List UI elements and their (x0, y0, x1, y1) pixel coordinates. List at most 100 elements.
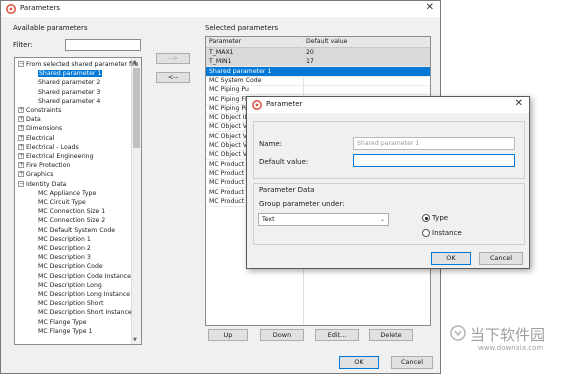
close-icon[interactable]: ✕ (515, 98, 523, 109)
tree-item[interactable]: MC Appliance Type (38, 189, 96, 198)
name-field: Shared parameter 1 (353, 137, 515, 150)
column-header-parameter[interactable]: Parameter (209, 38, 241, 45)
tree-item[interactable]: + Electrical - Loads (18, 143, 79, 152)
tree-item-label: Shared parameter 4 (38, 97, 101, 105)
expand-icon[interactable]: + (18, 116, 24, 123)
available-parameters-tree[interactable]: ▲ ▼ − From selected shared parameter file… (14, 57, 142, 345)
tree-item-label: Electrical (26, 134, 55, 142)
tree-item[interactable]: + Constraints (18, 106, 61, 115)
tree-item[interactable]: MC Default System Code (38, 226, 115, 235)
title-bar: Parameters ✕ (1, 1, 440, 17)
down-button[interactable]: Down (260, 329, 304, 341)
tree-item-label: MC Description Code Instance (38, 272, 131, 280)
dialog-title-bar: Parameter ✕ (247, 97, 529, 113)
up-button[interactable]: Up (208, 329, 248, 341)
tree-item[interactable]: + Electrical (18, 134, 54, 143)
parameter-cell: MC System Code (209, 76, 262, 84)
scroll-down-icon[interactable]: ▼ (133, 337, 137, 343)
tree-item[interactable]: MC Description Long (38, 281, 102, 290)
tree-item-label: Constraints (26, 107, 62, 114)
tree-item[interactable]: − Identity Data (18, 180, 66, 189)
tree-item[interactable]: + Fire Protection (18, 161, 70, 170)
expand-icon[interactable]: + (18, 143, 24, 150)
tree-item-label: Electrical - Loads (26, 143, 79, 151)
type-radio[interactable] (422, 214, 430, 222)
type-radio-label[interactable]: Type (432, 214, 448, 222)
close-icon[interactable]: ✕ (426, 2, 434, 13)
tree-item[interactable]: + Graphics (18, 170, 53, 179)
tree-item[interactable]: Shared parameter 1 (38, 69, 103, 78)
tree-item[interactable]: MC Connection Size 1 (38, 207, 105, 216)
expand-icon[interactable]: + (18, 125, 24, 132)
tree-item-label: MC Appliance Type (38, 189, 97, 197)
tree-item-label: Fire Protection (26, 162, 71, 170)
group-under-select[interactable]: Text ⌄ (258, 213, 389, 226)
tree-item[interactable]: MC Flange Type (38, 318, 87, 327)
expand-icon[interactable]: + (18, 134, 24, 141)
instance-radio[interactable] (422, 229, 430, 237)
column-header-default-value[interactable]: Default value (306, 38, 347, 45)
tree-item[interactable]: MC Flange Type 1 (38, 327, 92, 336)
delete-button[interactable]: Delete (369, 329, 413, 341)
tree-item[interactable]: MC Circuit Type (38, 198, 86, 207)
tree-item-label: Identity Data (26, 180, 67, 188)
name-label: Name: (259, 140, 283, 148)
parameter-name-group (253, 121, 525, 179)
edit-button[interactable]: Edit... (315, 329, 359, 341)
expand-icon[interactable]: + (18, 153, 24, 159)
remove-parameter-button[interactable]: <-- (156, 72, 190, 83)
instance-radio-label[interactable]: Instance (432, 229, 462, 237)
collapse-icon[interactable]: − (18, 180, 24, 187)
ok-button[interactable]: OK (339, 356, 379, 369)
available-parameters-label: Available parameters (13, 24, 88, 32)
tree-item[interactable]: + Data (18, 115, 41, 124)
tree-item-label: MC Flange Type 1 (38, 327, 93, 335)
tree-item-label: MC Flange Type (38, 318, 87, 326)
default-value-input[interactable] (353, 154, 515, 167)
parameter-dialog: Parameter ✕ Name: Shared parameter 1 Def… (246, 96, 530, 269)
selected-parameters-label: Selected parameters (205, 24, 279, 32)
cancel-button[interactable]: Cancel (391, 356, 433, 369)
tree-item-label: Electrical Engineering (26, 153, 94, 160)
tree-item[interactable]: MC Description 2 (38, 244, 91, 253)
filter-input[interactable] (65, 39, 141, 51)
dialog-cancel-button[interactable]: Cancel (479, 252, 523, 265)
add-parameter-button[interactable]: --> (156, 53, 190, 64)
tree-item[interactable]: MC Description 1 (38, 235, 91, 244)
tree-item-label: MC Connection Size 2 (38, 217, 106, 225)
tree-item[interactable]: MC Description Long Instance (38, 290, 130, 299)
tree-item[interactable]: Shared parameter 3 (38, 88, 100, 97)
window-title: Parameters (20, 4, 61, 12)
tree-item[interactable]: − From selected shared parameter file (18, 60, 138, 69)
scroll-thumb[interactable] (133, 68, 140, 148)
dialog-ok-button[interactable]: OK (431, 252, 471, 265)
tree-item-label: MC Description Long Instance (38, 291, 131, 298)
tree-item-label: MC Circuit Type (38, 199, 86, 206)
tree-item[interactable]: MC Description 3 (38, 253, 91, 262)
tree-item-label: MC Description Short Instance (38, 309, 132, 317)
parameter-cell: Shared parameter 1 (209, 67, 272, 75)
parameter-cell: T_MIN1 (209, 58, 232, 66)
tree-item[interactable]: MC Description Short Instance (38, 308, 132, 317)
expand-icon[interactable]: + (18, 171, 24, 178)
group-under-label: Group parameter under: (259, 200, 345, 208)
app-icon (6, 4, 16, 14)
tree-item[interactable]: MC Description Code Instance (38, 272, 131, 281)
parameter-cell: MC Piping Pu (209, 86, 249, 94)
watermark-brand: 当下软件园 (470, 326, 546, 344)
tree-scrollbar[interactable]: ▲ ▼ (131, 58, 141, 344)
tree-item[interactable]: MC Connection Size 2 (38, 216, 105, 225)
watermark-url: www.downxia.com (478, 344, 544, 352)
tree-item[interactable]: + Electrical Engineering (18, 152, 94, 161)
tree-item[interactable]: Shared parameter 2 (38, 78, 100, 87)
tree-item[interactable]: Shared parameter 4 (38, 97, 100, 106)
tree-item[interactable]: MC Description Short (38, 299, 103, 308)
expand-icon[interactable]: + (18, 107, 24, 113)
expand-icon[interactable]: + (18, 162, 24, 169)
collapse-icon[interactable]: − (18, 61, 24, 67)
default-value-label: Default value: (259, 158, 309, 166)
default-value-cell: 20 (306, 49, 314, 56)
tree-item[interactable]: MC Description Code (38, 262, 103, 271)
tree-item-label: Shared parameter 3 (38, 88, 101, 96)
tree-item[interactable]: + Dimensions (18, 124, 62, 133)
